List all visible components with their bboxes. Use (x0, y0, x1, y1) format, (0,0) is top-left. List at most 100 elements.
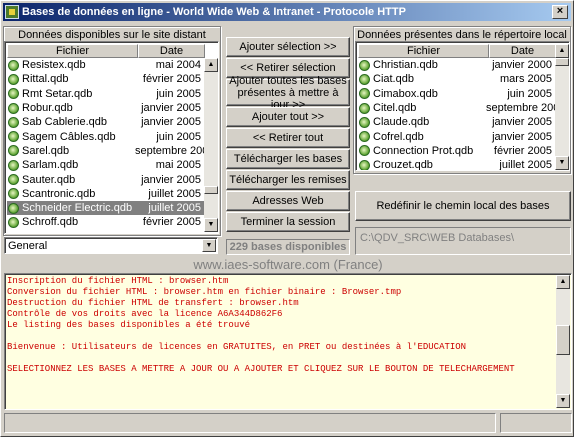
file-date: février 2005 (493, 144, 552, 157)
redefine-path-button[interactable]: Redéfinir le chemin local des bases (355, 191, 571, 221)
list-item[interactable]: Schroff.qdb février 2005 (7, 215, 204, 229)
file-name: Sab Cablerie.qdb (22, 116, 108, 129)
download-discounts-button[interactable]: Télécharger les remises (226, 170, 350, 190)
end-session-button[interactable]: Terminer la session (226, 212, 350, 232)
remove-all-button[interactable]: << Retirer tout (226, 128, 350, 148)
log-panel[interactable]: Inscription du fichier HTML : browser.ht… (4, 273, 572, 410)
list-item[interactable]: Resistex.qdb mai 2004 (7, 58, 204, 72)
file-date: juin 2005 (156, 87, 201, 100)
file-name: Connection Prot.qdb (373, 144, 474, 157)
remote-scrollbar[interactable]: ▲ ▼ (204, 58, 218, 232)
list-item[interactable]: Sarlam.qdb mai 2005 (7, 158, 204, 172)
list-item[interactable]: Sauter.qdb janvier 2005 (7, 172, 204, 186)
local-rows: Christian.qdb janvier 2000 Ciat.qdb mars 20… (358, 58, 566, 170)
add-all-update-label-1: Ajouter toutes les bases (229, 74, 347, 87)
list-item[interactable]: Ciat.qdb mars 2005 (358, 72, 555, 86)
file-name: Christian.qdb (373, 59, 438, 72)
list-item[interactable]: Christian.qdb janvier 2000 (358, 58, 555, 72)
database-icon (8, 102, 19, 114)
main-window: Bases de données en ligne - World Wide W… (0, 0, 574, 437)
download-bases-button[interactable]: Télécharger les bases (226, 149, 350, 169)
log-line: Conversion du fichier HTML : browser.htm… (7, 287, 402, 297)
file-name: Sauter.qdb (22, 173, 76, 186)
database-icon (8, 145, 19, 157)
remote-col-date[interactable]: Date (138, 44, 205, 58)
category-select-value: General (8, 240, 48, 252)
file-date: mars 2005 (500, 73, 552, 86)
list-item[interactable]: Crouzet.qdb juillet 2005 (358, 158, 555, 170)
database-icon (8, 159, 19, 171)
list-item[interactable]: Rmt Setar.qdb juin 2005 (7, 87, 204, 101)
remote-list[interactable]: Fichier Date Resistex.qdb mai 2004 Rittal.… (4, 41, 219, 234)
file-date: janvier 2000 (492, 59, 552, 72)
scroll-down-icon[interactable]: ▼ (556, 394, 570, 408)
category-select[interactable]: General ▼ (4, 237, 218, 254)
file-date: février 2005 (142, 216, 201, 229)
scroll-thumb[interactable] (555, 58, 569, 66)
web-addresses-button[interactable]: Adresses Web (226, 191, 350, 211)
title-bar[interactable]: Bases de données en ligne - World Wide W… (3, 3, 571, 21)
database-icon (8, 73, 19, 85)
database-icon (359, 88, 370, 100)
add-all-button[interactable]: Ajouter tout >> (226, 107, 350, 127)
scroll-down-icon[interactable]: ▼ (555, 156, 569, 170)
close-button[interactable]: × (552, 5, 568, 19)
database-icon (8, 116, 19, 128)
database-icon (8, 188, 19, 200)
file-date: juin 2005 (507, 87, 552, 100)
status-bar-right (500, 413, 572, 433)
end-session-label: Terminer la session (240, 216, 336, 228)
add-selection-button[interactable]: Ajouter sélection >> (226, 37, 350, 57)
log-line: Bienvenue : Utilisateurs de licences en … (7, 342, 467, 352)
file-name: Robur.qdb (22, 102, 73, 115)
log-line: Contrôle de vos droits avec la licence A… (7, 309, 283, 319)
list-item[interactable]: Claude.qdb janvier 2005 (358, 115, 555, 129)
scroll-thumb[interactable] (204, 186, 218, 194)
database-icon (8, 174, 19, 186)
list-item[interactable]: Citel.qdb septembre 2005 (358, 101, 566, 115)
remote-col-file[interactable]: Fichier (7, 44, 138, 58)
list-item[interactable]: Cofrel.qdb janvier 2005 (358, 129, 555, 143)
scroll-up-icon[interactable]: ▲ (555, 44, 569, 58)
database-icon (359, 73, 370, 85)
list-item[interactable]: Sarel.qdb septembre 2005 (7, 144, 215, 158)
file-name: Sarlam.qdb (22, 159, 79, 172)
scroll-thumb[interactable] (556, 325, 570, 355)
local-col-file[interactable]: Fichier (358, 44, 489, 58)
window-title: Bases de données en ligne - World Wide W… (22, 6, 406, 18)
list-item[interactable]: Sagem Câbles.qdb juin 2005 (7, 129, 204, 143)
scroll-up-icon[interactable]: ▲ (204, 58, 218, 72)
file-name: Cofrel.qdb (373, 130, 424, 143)
local-scrollbar[interactable]: ▲ ▼ (555, 44, 569, 170)
database-icon (359, 145, 370, 157)
file-date: mai 2004 (155, 59, 201, 72)
list-item[interactable]: Connection Prot.qdb février 2005 (358, 144, 555, 158)
file-date: janvier 2005 (141, 116, 201, 129)
log-line: Inscription du fichier HTML : browser.ht… (7, 276, 229, 286)
scroll-down-icon[interactable]: ▼ (204, 218, 218, 232)
list-item[interactable]: Cimabox.qdb juin 2005 (358, 87, 555, 101)
remote-list-header: Fichier Date (7, 44, 205, 58)
list-item[interactable]: Scantronic.qdb juillet 2005 (7, 187, 204, 201)
log-lines: Inscription du fichier HTML : browser.ht… (7, 276, 555, 375)
list-item[interactable]: Robur.qdb janvier 2005 (7, 101, 204, 115)
log-line: Le listing des bases disponibles a été t… (7, 320, 251, 330)
chevron-down-icon[interactable]: ▼ (202, 239, 216, 252)
file-name: Schroff.qdb (22, 216, 79, 229)
local-col-date[interactable]: Date (489, 44, 556, 58)
list-item[interactable]: Sab Cablerie.qdb janvier 2005 (7, 115, 204, 129)
list-item[interactable]: Schneider Electric.qdb juillet 2005 (7, 200, 204, 216)
website-url[interactable]: www.iaes-software.com (France) (1, 257, 574, 272)
local-list[interactable]: Fichier Date Christian.qdb janvier 2000 Ci… (355, 41, 570, 171)
remove-all-label: << Retirer tout (252, 132, 324, 144)
file-name: Ciat.qdb (373, 73, 414, 86)
file-date: janvier 2005 (492, 130, 552, 143)
status-bar-left (4, 413, 496, 433)
file-date: juillet 2005 (148, 187, 201, 200)
file-name: Rmt Setar.qdb (22, 87, 93, 100)
log-scrollbar[interactable]: ▲ ▼ (556, 275, 570, 408)
list-item[interactable]: Rittal.qdb février 2005 (7, 72, 204, 86)
file-date: janvier 2005 (141, 173, 201, 186)
add-all-update-button[interactable]: Ajouter toutes les bases présentes à met… (226, 75, 350, 111)
scroll-up-icon[interactable]: ▲ (556, 275, 570, 289)
